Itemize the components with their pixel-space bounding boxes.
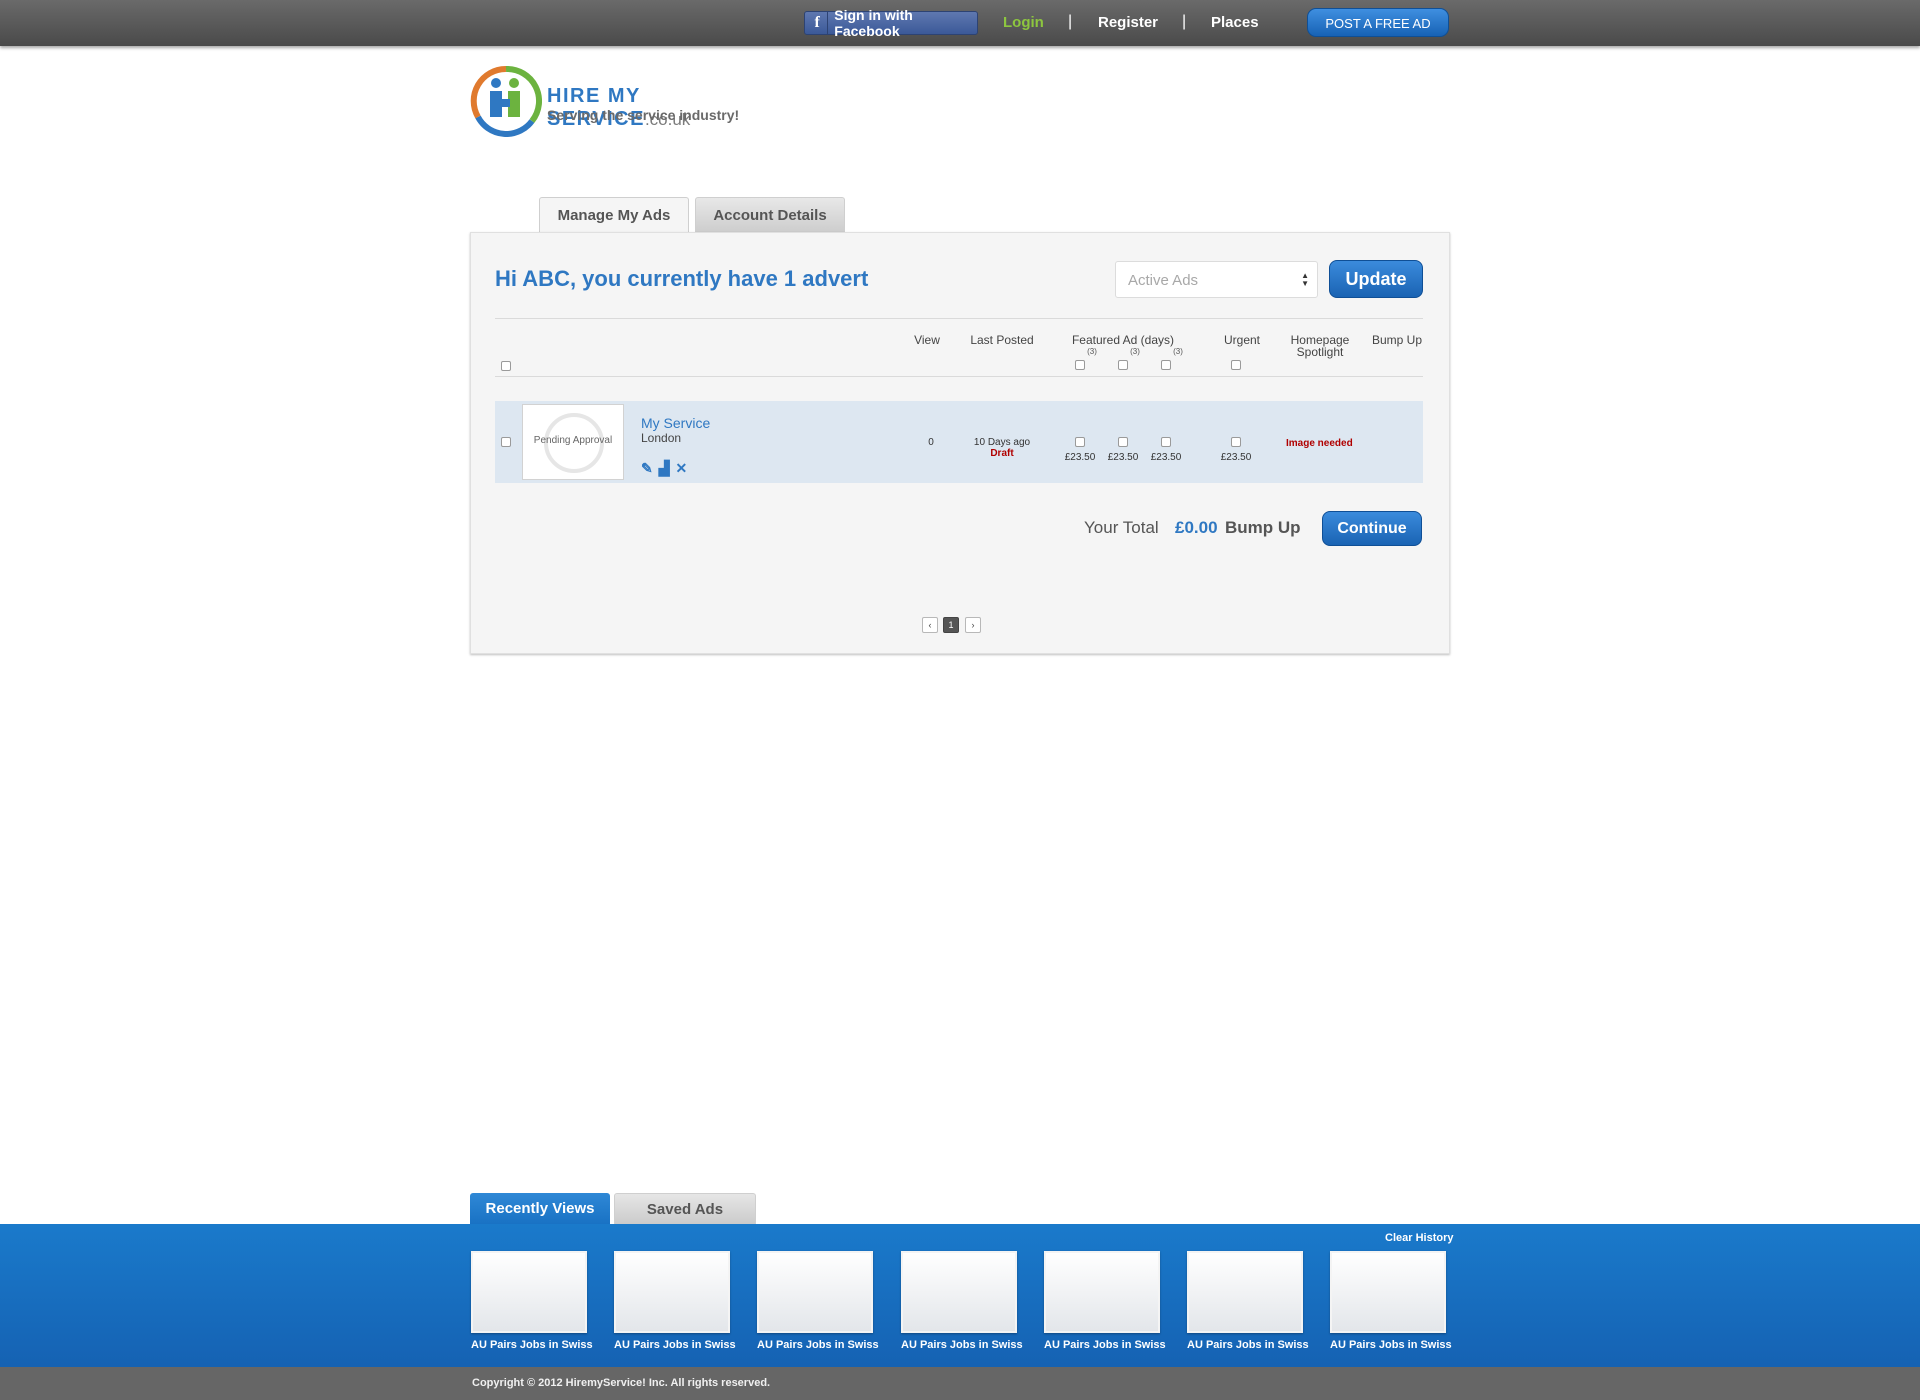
recent-item[interactable]: AU Pairs Jobs in Swiss [471,1251,593,1351]
facebook-signin-label: Sign in with Facebook [834,7,913,39]
featured-all-checkbox-2[interactable] [1118,360,1128,370]
featured-checkbox-2[interactable] [1118,437,1128,447]
total-amount: £0.00 [1175,518,1218,537]
copyright-text: Copyright © 2012 HiremyService! Inc. All… [472,1377,771,1389]
urgent-all-checkbox[interactable] [1231,360,1241,370]
recent-item-thumbnail[interactable] [1330,1251,1446,1333]
ad-last-posted: 10 Days ago Draft [965,437,1039,459]
col-urgent: Urgent [1223,333,1261,347]
recent-item-thumbnail[interactable] [1187,1251,1303,1333]
featured-all-checkbox-3[interactable] [1161,360,1171,370]
featured-price-1: £23.50 [1064,452,1096,463]
clear-history-link[interactable]: Clear History [1385,1232,1453,1244]
recent-item-label[interactable]: AU Pairs Jobs in Swiss [1187,1339,1309,1351]
top-bar: f Sign in with Facebook Login | Register… [0,0,1920,46]
logo-tagline: Serving the service industry! [547,107,740,123]
recent-item-label[interactable]: AU Pairs Jobs in Swiss [614,1339,736,1351]
ad-location: London [641,431,682,445]
edit-icon[interactable]: ✎ [641,460,653,477]
last-posted-date: 10 Days ago [973,437,1031,448]
post-free-ad-button[interactable]: POST A FREE AD [1307,8,1449,37]
urgent-checkbox[interactable] [1231,437,1241,447]
recent-item-thumbnail[interactable] [614,1251,730,1333]
ad-actions: ✎ ▟ ✕ [641,460,687,477]
col-view: View [914,333,940,347]
recent-item-label[interactable]: AU Pairs Jobs in Swiss [757,1339,879,1351]
table-row: Pending Approval My Service London ✎ ▟ ✕… [495,401,1423,483]
delete-icon[interactable]: ✕ [676,460,688,477]
register-link[interactable]: Register [1098,14,1158,31]
urgent-price: £23.50 [1220,452,1252,463]
featured-days-3: (3) [1173,347,1183,356]
tab-manage-my-ads[interactable]: Manage My Ads [539,197,689,232]
ad-title-link[interactable]: My Service [641,415,710,431]
recent-item-label[interactable]: AU Pairs Jobs in Swiss [901,1339,1023,1351]
nav-separator: | [1068,13,1073,30]
filter-value: Active Ads [1128,272,1199,289]
login-link[interactable]: Login [1003,14,1044,31]
featured-price-2: £23.50 [1107,452,1139,463]
recent-item-thumbnail[interactable] [1044,1251,1160,1333]
site-logo[interactable]: HIRE MY SERVICE.co.uk Serving the servic… [470,65,790,140]
places-link[interactable]: Places [1211,14,1259,31]
logo-icon [470,65,542,137]
featured-all-checkbox-1[interactable] [1075,360,1085,370]
recent-item[interactable]: AU Pairs Jobs in Swiss [1187,1251,1309,1351]
homepage-spotlight-note: Image needed [1286,438,1353,449]
recent-item-label[interactable]: AU Pairs Jobs in Swiss [1330,1339,1452,1351]
total-label: Your Total [1084,518,1159,537]
featured-days-2: (3) [1130,347,1140,356]
select-arrows-icon: ▲ ▼ [1301,271,1309,288]
continue-button[interactable]: Continue [1322,511,1422,546]
divider [495,376,1423,377]
col-last-posted: Last Posted [970,333,1034,347]
featured-days-1: (3) [1087,347,1097,356]
col-bump-up: Bump Up [1371,333,1423,347]
recent-item-label[interactable]: AU Pairs Jobs in Swiss [1044,1339,1166,1351]
ad-thumbnail[interactable]: Pending Approval [522,404,624,480]
pagination-prev-button[interactable]: ‹ [922,617,938,633]
manage-ads-panel: Hi ABC, you currently have 1 advert Acti… [470,232,1450,654]
tab-recently-viewed[interactable]: Recently Views [470,1193,610,1224]
stats-icon[interactable]: ▟ [659,460,670,477]
ad-views: 0 [928,437,934,448]
recent-item[interactable]: AU Pairs Jobs in Swiss [1044,1251,1166,1351]
pagination-next-button[interactable]: › [965,617,981,633]
col-featured: Featured Ad (days) [1071,333,1175,347]
recent-item-thumbnail[interactable] [901,1251,1017,1333]
footer: Copyright © 2012 HiremyService! Inc. All… [0,1367,1920,1400]
recent-item[interactable]: AU Pairs Jobs in Swiss [901,1251,1023,1351]
thumbnail-status: Pending Approval [533,435,613,446]
row-select-checkbox[interactable] [501,437,511,447]
nav-separator: | [1182,13,1187,30]
recent-item[interactable]: AU Pairs Jobs in Swiss [614,1251,736,1351]
recent-item-thumbnail[interactable] [757,1251,873,1333]
greeting-heading: Hi ABC, you currently have 1 advert [495,266,869,291]
tab-account-details[interactable]: Account Details [695,197,845,232]
recently-viewed-strip: Clear History AU Pairs Jobs in Swiss AU … [0,1224,1920,1367]
ad-status: Draft [990,448,1014,459]
total-suffix: Bump Up [1225,518,1301,537]
featured-checkbox-1[interactable] [1075,437,1085,447]
divider [495,318,1423,319]
featured-checkbox-3[interactable] [1161,437,1171,447]
tab-saved-ads[interactable]: Saved Ads [614,1193,756,1224]
select-all-checkbox[interactable] [501,361,511,371]
ads-filter-select[interactable]: Active Ads ▲ ▼ [1115,261,1318,298]
recent-item[interactable]: AU Pairs Jobs in Swiss [757,1251,879,1351]
facebook-signin-button[interactable]: f Sign in with Facebook [804,7,978,39]
recent-item[interactable]: AU Pairs Jobs in Swiss [1330,1251,1452,1351]
update-button[interactable]: Update [1329,260,1423,298]
col-homepage-spotlight: Homepage Spotlight [1290,333,1350,359]
recent-item-label[interactable]: AU Pairs Jobs in Swiss [471,1339,593,1351]
facebook-icon: f [807,12,829,34]
featured-price-3: £23.50 [1150,452,1182,463]
recent-item-thumbnail[interactable] [471,1251,587,1333]
pagination-current-page[interactable]: 1 [943,617,959,633]
